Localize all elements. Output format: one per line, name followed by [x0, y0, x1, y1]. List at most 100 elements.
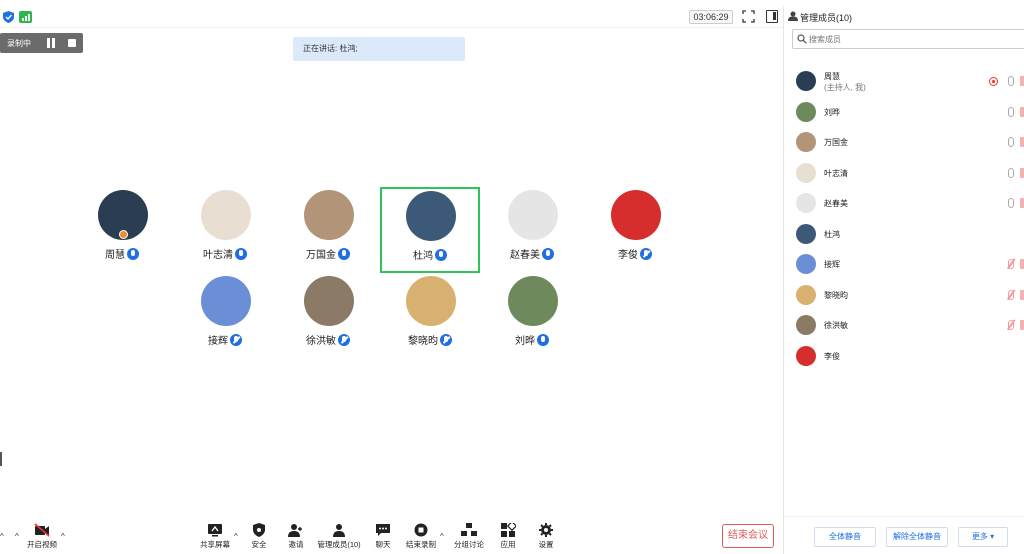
breakout-button[interactable]: 分组讨论 [452, 523, 486, 550]
more-button[interactable]: 更多 ▾ [958, 527, 1008, 547]
member-name: 黎晓昀 [824, 290, 848, 300]
member-row[interactable]: 李俊 [784, 341, 1024, 371]
manage-members-button[interactable]: 管理成员(10) [316, 523, 362, 550]
share-screen-icon [208, 524, 222, 537]
participant-name-text: 刘晔 [515, 336, 535, 347]
member-name: 万国金 [824, 138, 848, 147]
avatar [796, 284, 816, 305]
participant-name-text: 徐洪敏 [306, 336, 336, 347]
participant-name: 刘晔 [482, 332, 582, 347]
unmute-all-button[interactable]: 解除全体静音 [886, 527, 948, 547]
meeting-toolbar: ^ ^ 开启视频 ^ 共享屏幕 ^ 安全 邀请 管理成员(10) 聊天 结束录制… [0, 520, 783, 554]
host-badge-icon [119, 230, 128, 239]
pause-recording-icon[interactable] [46, 38, 56, 48]
participant-name-text: 黎晓昀 [408, 336, 438, 347]
avatar [796, 101, 816, 122]
member-role: (主持人, 我) [824, 83, 866, 92]
fullscreen-icon[interactable] [742, 10, 755, 23]
end-recording-button[interactable]: 结束录制 [404, 523, 438, 550]
avatar [304, 276, 354, 326]
member-name: 赵春美 [824, 199, 848, 208]
avatar [796, 345, 816, 366]
network-signal-icon[interactable] [19, 11, 32, 23]
toggle-panel-icon[interactable] [766, 10, 778, 23]
chevron-up-icon[interactable]: ^ [234, 532, 238, 541]
mic-muted-icon[interactable] [1008, 289, 1014, 300]
mic-icon [537, 334, 549, 346]
avatar [304, 190, 354, 240]
participant-tile[interactable]: 接辉 [175, 272, 275, 358]
member-row[interactable]: 赵春美 [784, 188, 1024, 218]
video-status-icon[interactable] [1020, 198, 1024, 208]
member-row[interactable]: 刘晔 [784, 97, 1024, 127]
member-row[interactable]: 周慧 (主持人, 我) [784, 66, 1024, 96]
share-screen-label: 共享屏幕 [200, 540, 230, 549]
participant-tile[interactable]: 叶志清 [175, 186, 275, 272]
member-row[interactable]: 叶志清 [784, 158, 1024, 188]
member-name: 接辉 [824, 260, 840, 269]
avatar [201, 190, 251, 240]
mic-icon[interactable] [1008, 167, 1014, 178]
member-row[interactable]: 徐洪敏 [784, 310, 1024, 340]
mic-icon[interactable] [1008, 76, 1014, 86]
end-meeting-button[interactable]: 结束会议 [722, 524, 774, 548]
panel-title: 管理成员(10) [800, 13, 853, 23]
participant-tile[interactable]: 刘晔 [482, 272, 582, 358]
video-status-icon[interactable] [1020, 259, 1024, 269]
mic-muted-icon [640, 248, 652, 260]
apps-button[interactable]: 应用 [497, 523, 519, 550]
security-button[interactable]: 安全 [248, 523, 270, 550]
recording-label: 录制中 [7, 39, 31, 48]
video-status-icon[interactable] [1020, 320, 1024, 330]
invite-label: 邀请 [288, 540, 304, 549]
chat-button[interactable]: 聊天 [372, 523, 394, 550]
mic-icon[interactable] [1008, 137, 1014, 147]
participant-tile[interactable]: 徐洪敏 [278, 272, 378, 358]
avatar [796, 223, 816, 244]
chevron-up-icon[interactable]: ^ [15, 532, 19, 541]
share-screen-button[interactable]: 共享屏幕 [198, 523, 232, 550]
video-status-icon[interactable] [1020, 137, 1024, 147]
participant-tile[interactable]: 黎晓昀 [380, 272, 480, 358]
mic-icon[interactable] [1008, 198, 1014, 208]
mic-icon [338, 248, 350, 260]
member-search-input[interactable] [809, 33, 1009, 45]
chevron-up-icon[interactable]: ^ [61, 532, 65, 541]
mic-icon[interactable] [1008, 106, 1014, 117]
manage-members-label: 管理成员(10) [317, 540, 361, 549]
video-status-icon[interactable] [1020, 76, 1024, 86]
avatar [796, 132, 816, 152]
member-row[interactable]: 杜鸿 [784, 219, 1024, 249]
mic-muted-icon[interactable] [1008, 259, 1014, 269]
video-status-icon[interactable] [1020, 167, 1024, 178]
member-row[interactable]: 接辉 [784, 249, 1024, 279]
member-name: 李俊 [824, 351, 840, 361]
member-row[interactable]: 黎晓昀 [784, 280, 1024, 310]
settings-button[interactable]: 设置 [535, 523, 557, 550]
participant-tile[interactable]: 杜鸿 [380, 187, 480, 273]
video-button-label: 开启视频 [27, 540, 57, 549]
participant-name-text: 叶志清 [203, 250, 233, 261]
participant-tile[interactable]: 万国金 [278, 186, 378, 272]
mic-muted-icon[interactable] [1008, 320, 1014, 330]
speaking-indicator: 正在讲话: 杜鸿; [293, 37, 465, 61]
avatar [508, 190, 558, 240]
member-row[interactable]: 万国金 [784, 127, 1024, 157]
members-panel: 管理成员(10) 周慧 (主持人, 我) 刘晔万国金叶志清赵春美杜鸿接辉黎晓昀徐洪敏… [783, 6, 1024, 554]
chevron-up-icon[interactable]: ^ [0, 532, 4, 541]
video-status-icon[interactable] [1020, 289, 1024, 300]
settings-label: 设置 [538, 540, 554, 549]
invite-button[interactable]: 邀请 [284, 523, 308, 550]
participant-tile[interactable]: 周慧 [72, 186, 172, 272]
video-button[interactable]: 开启视频 [24, 523, 60, 550]
shield-icon[interactable] [3, 11, 14, 23]
participant-tile[interactable]: 赵春美 [482, 186, 582, 272]
participant-tile[interactable]: 李俊 [585, 186, 685, 272]
video-off-icon [34, 523, 50, 537]
member-name: 杜鸿 [824, 229, 840, 239]
video-status-icon[interactable] [1020, 106, 1024, 117]
member-search[interactable] [792, 29, 1024, 49]
chevron-up-icon[interactable]: ^ [440, 532, 444, 541]
mute-all-button[interactable]: 全体静音 [814, 527, 876, 547]
stop-recording-icon[interactable] [68, 39, 76, 47]
